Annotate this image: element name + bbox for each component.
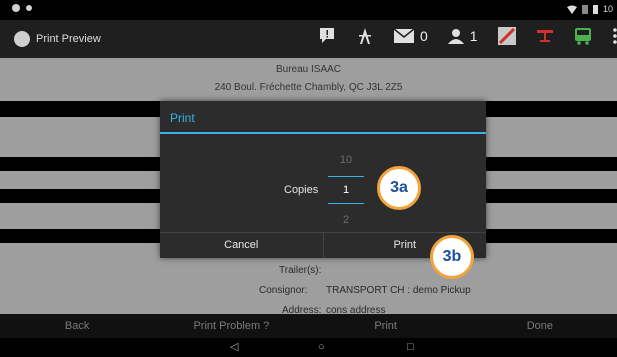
signature-button[interactable] (497, 27, 516, 45)
truck-icon (574, 28, 591, 45)
screen-title: Print Preview (36, 33, 101, 45)
user-count: 1 (469, 28, 478, 44)
envelope-icon (394, 29, 414, 43)
screen: 10 Print Preview 0 1 Bureau ISAAC 240 Bo… (0, 0, 617, 357)
action-bar: Print Preview 0 1 (0, 20, 617, 58)
more-vert-icon (612, 28, 617, 44)
wifi-icon (566, 5, 577, 14)
copies-picker-prev[interactable]: 10 (335, 154, 357, 166)
alert-icon (320, 28, 334, 43)
cancel-button[interactable]: Cancel (160, 233, 323, 258)
app-logo-icon (14, 31, 30, 47)
picker-line-top (328, 176, 364, 177)
status-time: 10 (602, 4, 613, 14)
dialog-title: Print (170, 111, 195, 125)
antenna-icon (359, 28, 371, 44)
battery-icon (592, 4, 598, 14)
nav-back-icon[interactable]: ◁ (230, 341, 238, 354)
users-button[interactable]: 1 (447, 28, 478, 44)
callout-3b: 3b (430, 235, 474, 279)
user-icon (447, 29, 464, 44)
picker-line-bottom (328, 203, 364, 204)
nav-home-icon[interactable]: ○ (318, 341, 325, 354)
bottom-action-bar: Back Print Problem ? Print Done (0, 314, 617, 338)
trailer-button[interactable] (536, 28, 554, 44)
system-nav-bar: ◁ ○ □ (0, 338, 617, 357)
done-button[interactable]: Done (463, 314, 617, 338)
alert-button[interactable] (318, 27, 336, 45)
print-problem-button[interactable]: Print Problem ? (154, 314, 308, 338)
back-button[interactable]: Back (0, 314, 154, 338)
notification-icon (12, 4, 20, 12)
message-count: 0 (420, 28, 428, 44)
action-icons: 0 1 (318, 27, 617, 45)
copies-picker-next[interactable]: 2 (335, 214, 357, 226)
truck-button[interactable] (574, 27, 592, 45)
callout-3a: 3a (377, 166, 421, 210)
dialog-title-divider (160, 132, 486, 134)
status-right: 10 (566, 4, 613, 14)
print-dialog: Print 10 Copies 1 2 Cancel Print (160, 101, 486, 258)
nav-recents-icon[interactable]: □ (407, 341, 414, 354)
tower-button[interactable] (356, 27, 374, 45)
status-bar: 10 (0, 0, 617, 20)
copies-label: Copies (284, 184, 319, 196)
print-bottom-button[interactable]: Print (309, 314, 463, 338)
signature-icon (497, 27, 516, 45)
signal-icon (581, 4, 588, 14)
overflow-menu-button[interactable] (612, 27, 617, 45)
trailer-icon (536, 30, 553, 42)
status-left (12, 4, 32, 12)
copies-picker-input[interactable]: 1 (328, 179, 364, 201)
settings-icon (26, 5, 32, 11)
app-title[interactable]: Print Preview (14, 31, 101, 47)
messages-button[interactable]: 0 (394, 28, 428, 44)
